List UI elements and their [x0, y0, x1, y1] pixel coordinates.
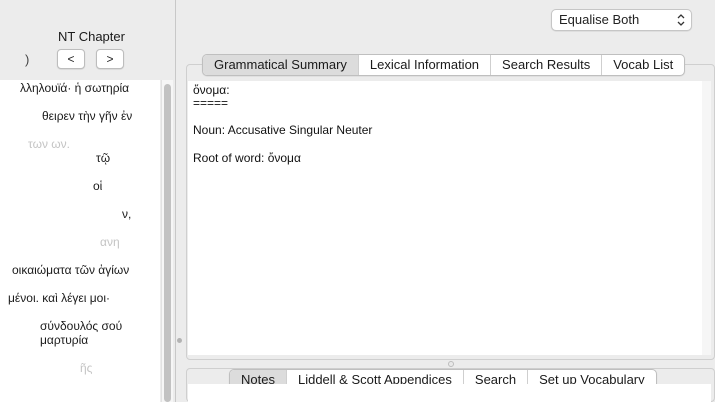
scrollbar-thumb[interactable] — [164, 84, 171, 402]
split-view-handle[interactable] — [448, 361, 454, 367]
verse-line[interactable]: ν, — [122, 207, 160, 221]
verse-list-scrollbar[interactable] — [161, 80, 173, 402]
verse-line[interactable]: ανη — [100, 235, 160, 249]
chapter-panel: NT Chapter ) < > λληλουϊά· ἡ σωτηρία θει… — [0, 0, 176, 402]
summary-root: Root of word: ὄνομα — [193, 151, 301, 165]
tab-grammatical-summary[interactable]: Grammatical Summary — [203, 55, 358, 75]
chapter-title: NT Chapter — [58, 29, 125, 44]
verse-line[interactable]: οικαιώματα τῶν ἁγίων — [12, 263, 160, 277]
verse-line[interactable]: λληλουϊά· ἡ σωτηρία — [20, 81, 160, 95]
verse-text-list[interactable]: λληλουϊά· ἡ σωτηρία θειρεν τὴν γῆν ἐν τω… — [0, 80, 160, 402]
grammatical-summary-text[interactable]: ὄνομα: ===== Noun: Accusative Singular N… — [188, 81, 702, 355]
top-tab-bar: Grammatical Summary Lexical Information … — [202, 54, 686, 76]
summary-scrollbar[interactable] — [702, 81, 711, 355]
previous-chapter-button[interactable]: < — [57, 49, 85, 69]
detail-panel: Equalise Both Grammatical Summary Lexica… — [182, 0, 715, 402]
tab-search-results[interactable]: Search Results — [490, 55, 601, 75]
verse-line[interactable]: ῆς — [80, 361, 160, 375]
summary-parse: Noun: Accusative Singular Neuter — [193, 123, 373, 137]
verse-line[interactable]: μένοι. καὶ λέγει μοι· — [8, 291, 160, 305]
summary-underline: ===== — [193, 96, 229, 110]
verse-line[interactable]: θειρεν τὴν γῆν ἐν — [42, 109, 160, 123]
chevron-updown-icon — [677, 14, 685, 26]
verse-line[interactable]: των ων. — [28, 137, 160, 151]
equalise-select[interactable]: Equalise Both — [551, 9, 692, 31]
notes-area[interactable] — [188, 384, 711, 402]
chapter-number[interactable]: ) — [25, 52, 29, 67]
summary-word: ὄνομα: — [193, 83, 230, 97]
verse-line[interactable]: σύνδουλός σού — [40, 319, 160, 333]
tab-vocab-list[interactable]: Vocab List — [601, 55, 684, 75]
verse-line[interactable]: μαρτυρία — [40, 333, 160, 347]
equalise-select-value: Equalise Both — [559, 12, 640, 27]
tab-lexical-information[interactable]: Lexical Information — [357, 55, 490, 75]
next-chapter-button[interactable]: > — [96, 49, 124, 69]
verse-line[interactable]: τῷ — [96, 151, 160, 165]
verse-line[interactable]: οἱ — [93, 179, 160, 193]
